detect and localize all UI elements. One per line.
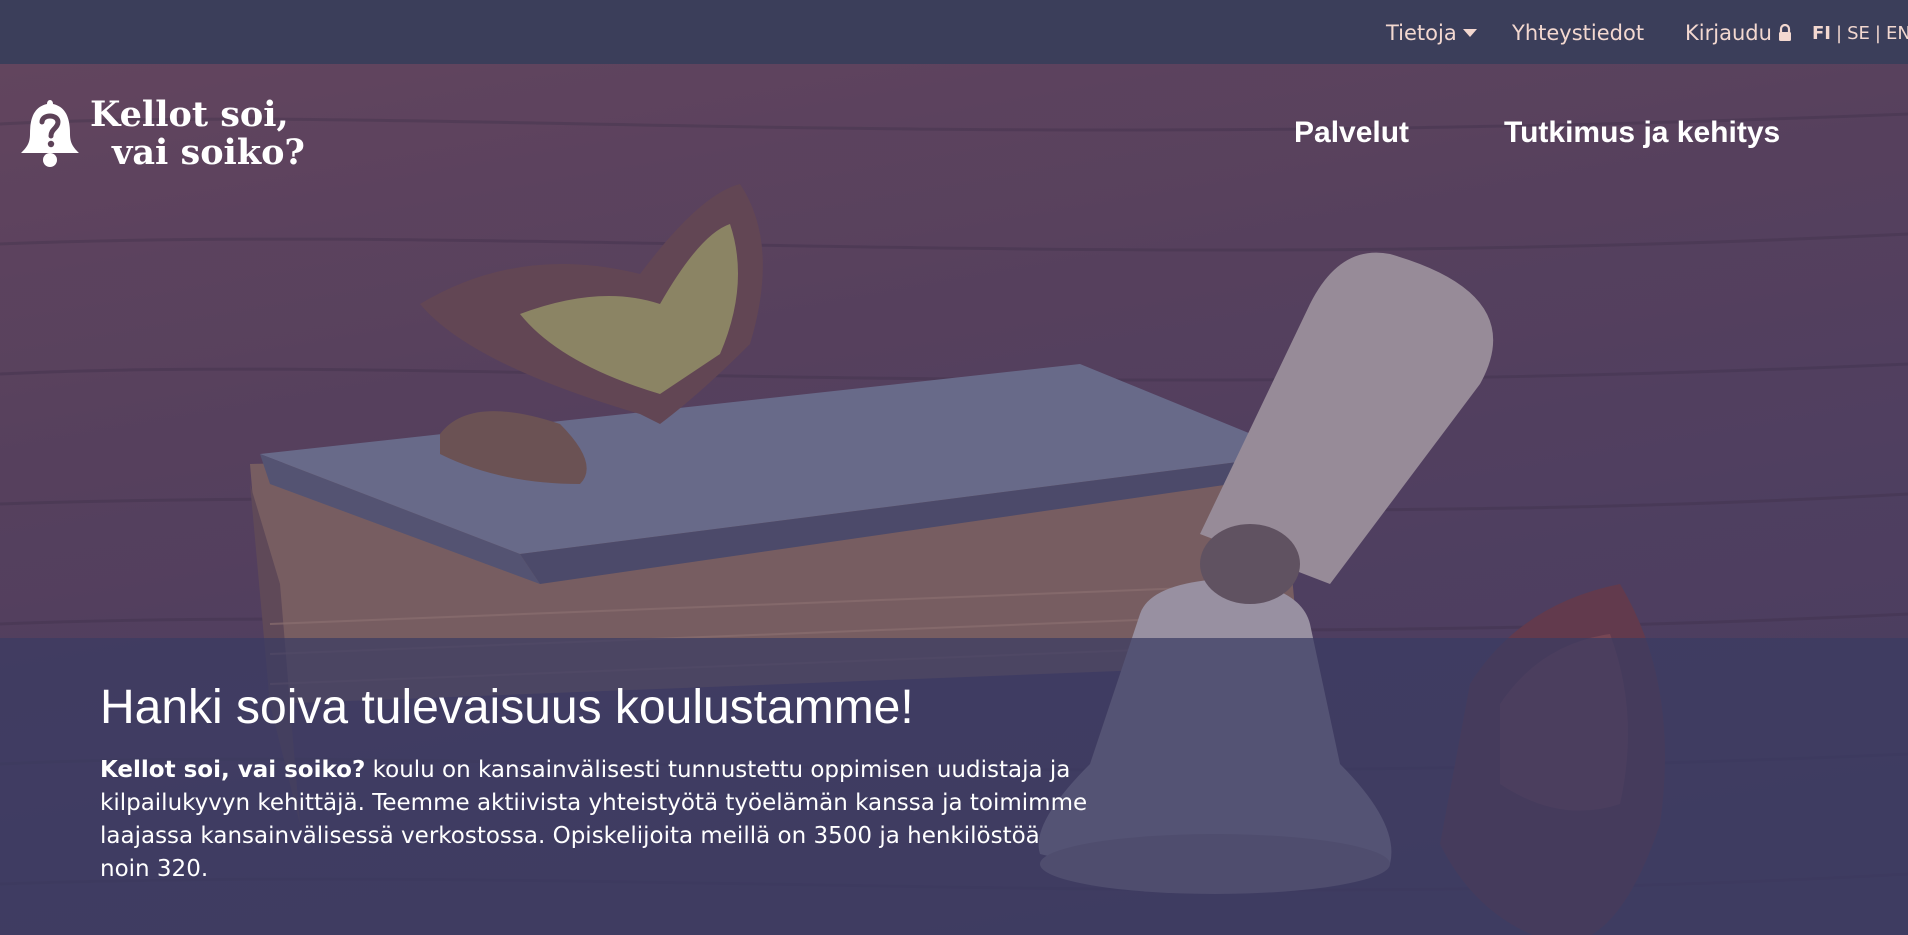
lang-se[interactable]: SE <box>1847 23 1870 44</box>
hero-body: Kellot soi, vai soiko? koulu on kansainv… <box>100 754 1090 886</box>
mainnav-research[interactable]: Tutkimus ja kehitys <box>1504 116 1780 150</box>
lang-fi[interactable]: FI <box>1812 23 1831 44</box>
nav-login-label: Kirjaudu <box>1685 21 1772 45</box>
lang-separator: | <box>1836 23 1843 44</box>
bell-question-icon <box>21 100 79 167</box>
nav-about-label: Tietoja <box>1386 21 1457 45</box>
hero-section: Kellot soi, vai soiko? Palvelut Tutkimus… <box>0 64 1908 935</box>
lock-icon <box>1778 23 1791 41</box>
hero-caption: Hanki soiva tulevaisuus koulustamme! Kel… <box>0 638 1908 935</box>
logo-line1: Kellot soi, <box>90 94 289 135</box>
mainnav-services[interactable]: Palvelut <box>1294 116 1409 150</box>
caret-down-icon <box>1462 28 1477 37</box>
nav-contact-link[interactable]: Yhteystiedot <box>1512 21 1644 45</box>
hero-body-bold: Kellot soi, vai soiko? <box>100 757 366 783</box>
top-utility-bar: Tietoja Yhteystiedot Kirjaudu FI | SE | EN <box>0 0 1908 64</box>
site-logo[interactable]: Kellot soi, vai soiko? <box>18 96 305 172</box>
lang-en[interactable]: EN <box>1886 23 1908 44</box>
nav-login-link[interactable]: Kirjaudu <box>1685 21 1792 45</box>
language-switcher: FI | SE | EN <box>1812 23 1908 44</box>
logo-text: Kellot soi, vai soiko? <box>90 96 305 172</box>
lang-separator: | <box>1874 23 1881 44</box>
nav-about-dropdown[interactable]: Tietoja <box>1386 21 1477 45</box>
hero-headline: Hanki soiva tulevaisuus koulustamme! <box>100 681 914 734</box>
logo-line2: vai soiko? <box>112 132 305 173</box>
